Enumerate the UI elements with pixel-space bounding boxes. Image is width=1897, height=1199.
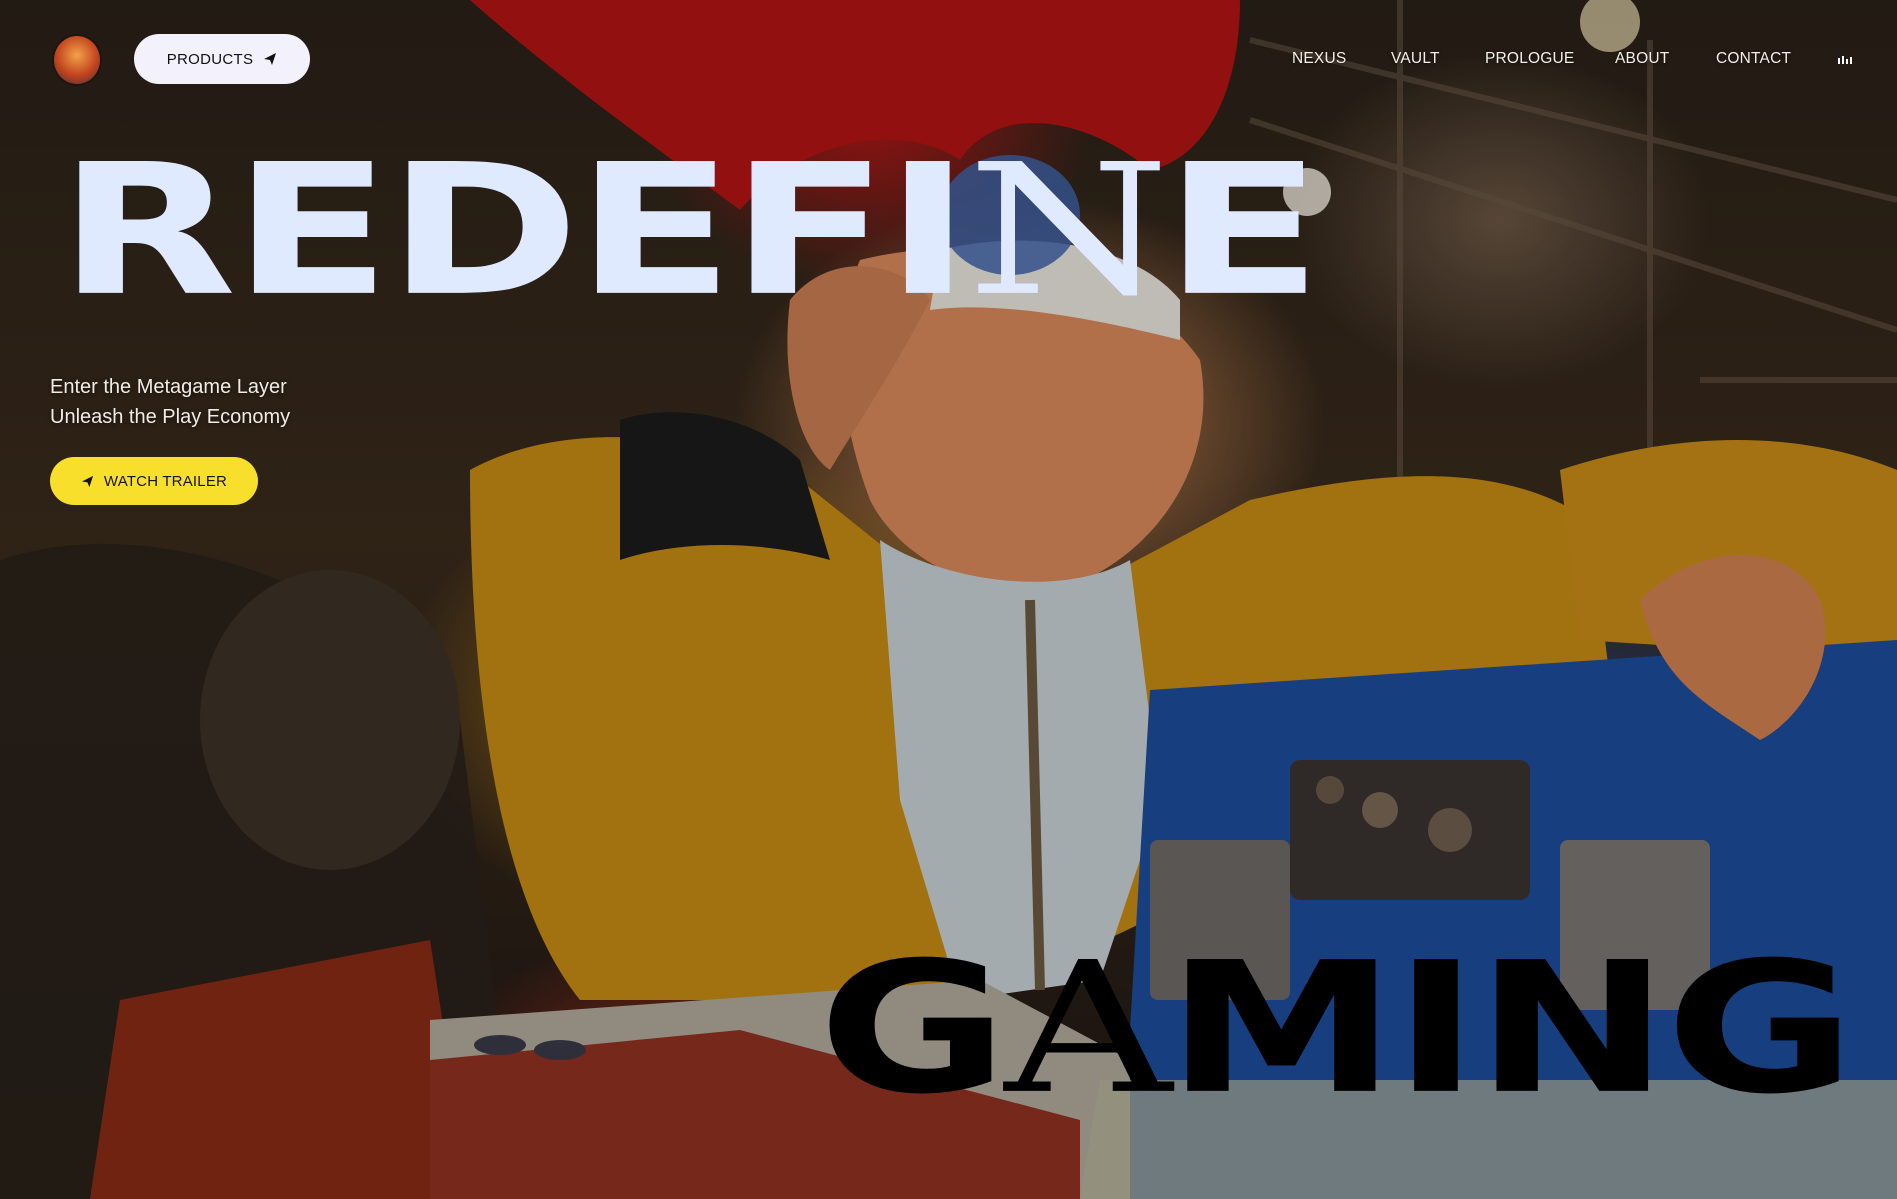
tagline-line1: Enter the Metagame Layer bbox=[50, 376, 287, 398]
nav-nexus[interactable]: NEXUS bbox=[1292, 50, 1352, 68]
products-label: PRODUCTS bbox=[166, 50, 254, 68]
hero-section: PRODUCTS NEXUS VAULT PROLOGUE ABOUT CONT… bbox=[0, 0, 1897, 1199]
watch-trailer-label: WATCH TRAILER bbox=[103, 472, 228, 490]
nav-about[interactable]: ABOUT bbox=[1615, 50, 1675, 68]
nav-contact[interactable]: CONTACT bbox=[1716, 50, 1796, 68]
bottom-title-serif-letter: A bbox=[1004, 923, 1172, 1134]
bottom-title-part1: G bbox=[818, 923, 1008, 1134]
send-arrow-icon bbox=[264, 53, 277, 65]
hero-tagline: Enter the Metagame Layer Unleash the Pla… bbox=[50, 372, 290, 432]
nav-vault[interactable]: VAULT bbox=[1391, 50, 1451, 68]
send-arrow-icon bbox=[81, 475, 93, 487]
logo-avatar[interactable] bbox=[54, 36, 100, 84]
nav-prologue[interactable]: PROLOGUE bbox=[1485, 50, 1575, 68]
hero-title-part2: E bbox=[1163, 125, 1322, 336]
hero-title-serif-letter: N bbox=[966, 125, 1170, 336]
hero-title-part1: REDEFI bbox=[58, 125, 971, 336]
bottom-title: GAMING bbox=[818, 938, 1856, 1119]
hero-title: REDEFINE bbox=[58, 140, 1322, 321]
bottom-title-part2: MING bbox=[1165, 923, 1856, 1134]
watch-trailer-button[interactable]: WATCH TRAILER bbox=[50, 457, 258, 505]
tagline-line2: Unleash the Play Economy bbox=[50, 406, 291, 428]
audio-bars-icon[interactable] bbox=[1838, 56, 1852, 64]
products-button[interactable]: PRODUCTS bbox=[134, 34, 310, 84]
